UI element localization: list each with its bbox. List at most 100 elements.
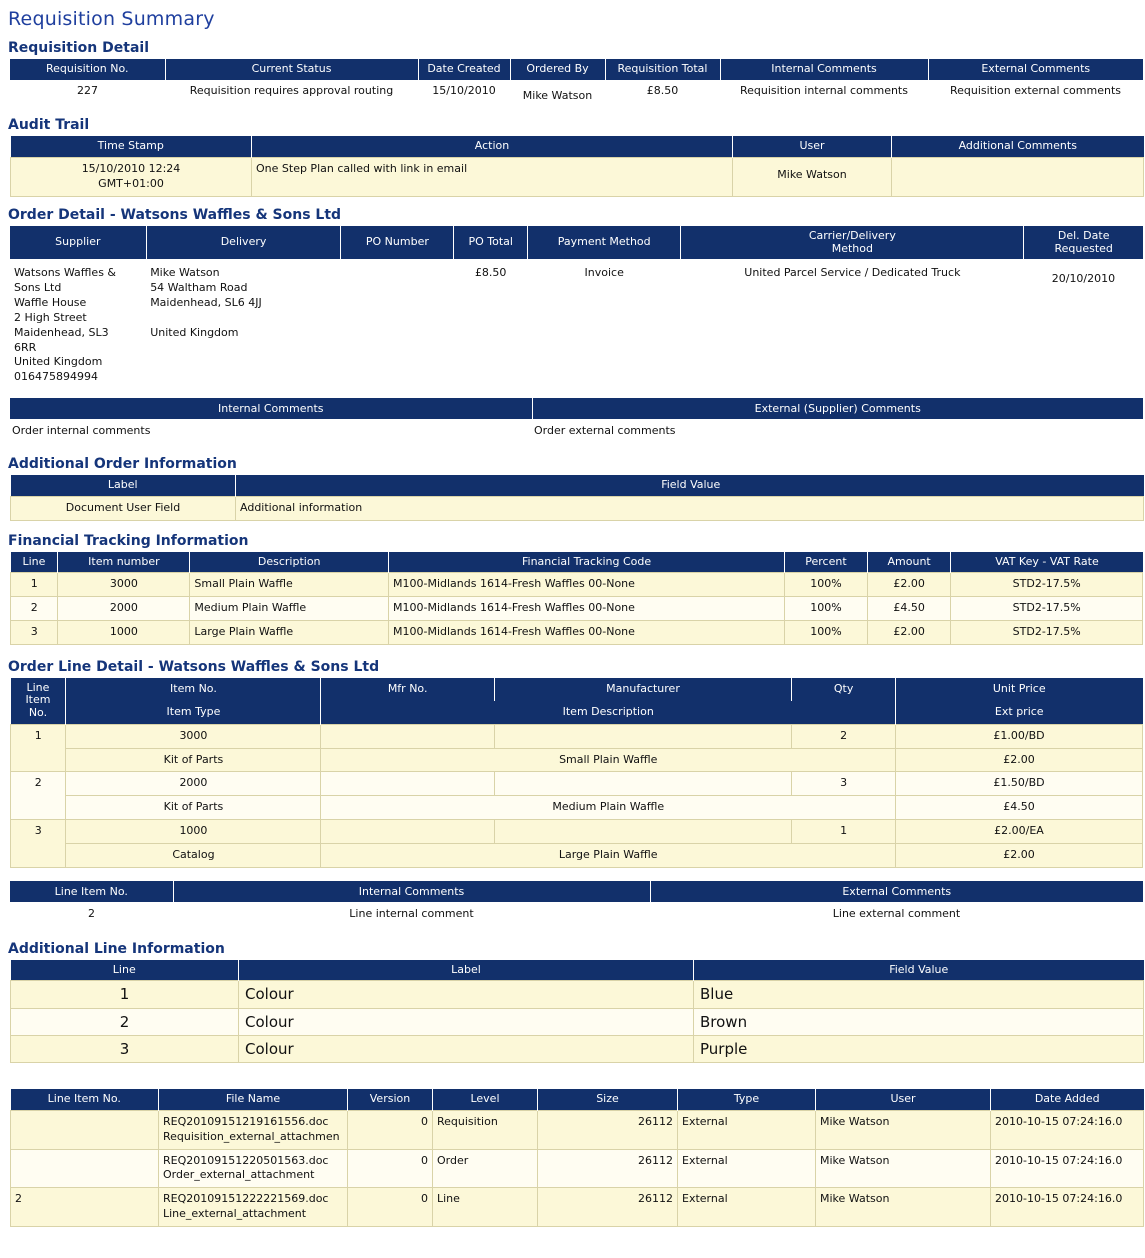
cell-line: 1 <box>9 572 59 598</box>
cell-description: Large Plain Waffle <box>189 619 389 645</box>
cell-size: 26112 <box>537 1109 678 1150</box>
column-header-version: Version <box>347 1089 433 1111</box>
section-title-audit-trail: Audit Trail <box>8 117 90 134</box>
cell-unit-price: £1.50/BD <box>895 771 1143 797</box>
cell-file-name[interactable]: REQ20109151219161556.doc Requisition_ext… <box>158 1109 348 1150</box>
table-row: 227 Requisition requires approval routin… <box>10 80 1143 108</box>
cell-item-type: Kit of Parts <box>65 747 322 773</box>
cell-date-added: 2010-10-15 07:24:16.0 <box>990 1148 1144 1189</box>
cell-line-item-no <box>10 1109 159 1150</box>
cell-version: 0 <box>347 1148 433 1189</box>
cell-label: Colour <box>238 980 694 1009</box>
table-row: 1 Colour Blue <box>10 980 1144 1009</box>
cell-item-type: Kit of Parts <box>65 795 322 821</box>
column-header-po-total: PO Total <box>453 226 529 260</box>
table-header-row: Line Item No. Item No. Mfr No. Manufactu… <box>10 677 1143 725</box>
cell-amount: £2.00 <box>866 572 952 598</box>
column-header-time-stamp: Time Stamp <box>10 136 252 158</box>
cell-type: External <box>677 1109 816 1150</box>
table-row: 2 2000 Medium Plain Waffle M100-Midlands… <box>9 596 1143 621</box>
cell-line-item-no: 2 <box>10 1187 159 1227</box>
column-header-financial-tracking-code: Financial Tracking Code <box>388 551 786 573</box>
table-row: 3 1000 1 £2.00/EA <box>9 819 1143 868</box>
column-header-percent: Percent <box>784 551 868 573</box>
column-header-field-value: Field Value <box>235 475 1144 497</box>
cell-item-type: Catalog <box>65 842 322 868</box>
cell-supplier: Watsons Waffles & Sons Ltd Waffle House … <box>14 266 117 384</box>
cell-item-description: Small Plain Waffle <box>320 747 896 773</box>
cell-percent: 100% <box>784 596 868 621</box>
column-header-additional-comments: Additional Comments <box>891 136 1144 158</box>
cell-percent: 100% <box>784 572 868 598</box>
cell-item-no: 3000 <box>65 723 322 749</box>
column-header-po-number: PO Number <box>340 226 455 260</box>
section-title-additional-order-information: Additional Order Information <box>8 456 237 473</box>
cell-label: Document User Field <box>10 495 236 521</box>
cell-line-item-no: 2 <box>88 906 95 920</box>
table-row: 15/10/2010 12:24 GMT+01:00 One Step Plan… <box>10 157 1144 198</box>
requisition-summary-page: Requisition Summary Requisition Detail R… <box>0 0 1145 1247</box>
cell-user: Mike Watson <box>815 1148 991 1189</box>
column-header-current-status: Current Status <box>165 59 419 80</box>
cell-po-number <box>341 259 454 389</box>
cell-mfr-no <box>320 819 495 844</box>
table-row-secondary: Catalog Large Plain Waffle £2.00 <box>11 842 1143 868</box>
cell-ext-price: £2.00 <box>895 842 1143 868</box>
cell-manufacturer <box>493 723 793 749</box>
cell-qty: 3 <box>791 771 896 797</box>
column-header-carrier-delivery-method: Carrier/Delivery Method <box>680 226 1025 260</box>
column-header-mfr-no: Mfr No. <box>320 677 495 701</box>
cell-level: Order <box>432 1148 538 1189</box>
cell-del-date-requested: 20/10/2010 <box>1051 272 1116 286</box>
cell-file-name[interactable]: REQ20109151220501563.doc Order_external_… <box>158 1148 348 1189</box>
column-header-vat-key-rate: VAT Key - VAT Rate <box>950 551 1143 573</box>
table-row: 1 3000 2 £1.00/BD <box>9 723 1143 773</box>
additional-order-information-table: Label Field Value Document User Field Ad… <box>10 475 1144 521</box>
cell-item-number: 2000 <box>57 596 191 621</box>
column-header-line: Line <box>10 551 59 573</box>
cell-field-value: Brown <box>693 1007 1144 1036</box>
order-comments-table: Internal Comments External (Supplier) Co… <box>10 398 1143 442</box>
table-header-row: Internal Comments External (Supplier) Co… <box>10 398 1143 420</box>
table-row-secondary: Kit of Parts Medium Plain Waffle £4.50 <box>11 795 1143 821</box>
cell-financial-tracking-code: M100-Midlands 1614-Fresh Waffles 00-None <box>387 619 786 645</box>
cell-user: Mike Watson <box>815 1109 991 1150</box>
cell-level: Requisition <box>432 1109 538 1150</box>
cell-field-value: Additional information <box>235 495 1144 521</box>
cell-line-item-no: 2 <box>9 771 67 821</box>
table-row: Document User Field Additional informati… <box>10 495 1144 521</box>
order-detail-table: Supplier Delivery PO Number PO Total Pay… <box>10 226 1143 389</box>
column-header-ordered-by: Ordered By <box>510 59 606 80</box>
column-header-ext-price: Ext price <box>895 700 1143 725</box>
table-row: Order internal comments Order external c… <box>10 419 1143 442</box>
cell-line-external-comments: Line external comment <box>832 906 961 920</box>
cell-item-description: Large Plain Waffle <box>320 842 896 868</box>
cell-type: External <box>677 1148 816 1189</box>
column-header-supplier: Supplier <box>10 226 147 260</box>
cell-ext-price: £2.00 <box>895 747 1143 773</box>
cell-date-added: 2010-10-15 07:24:16.0 <box>990 1187 1144 1227</box>
column-header-line-item-no: Line Item No. <box>10 1089 159 1111</box>
cell-item-number: 3000 <box>57 572 191 598</box>
cell-item-no: 1000 <box>65 819 322 844</box>
section-title-order-detail: Order Detail - Watsons Waffles & Sons Lt… <box>8 207 342 224</box>
cell-size: 26112 <box>537 1148 678 1189</box>
cell-item-description: Medium Plain Waffle <box>320 795 896 821</box>
cell-manufacturer <box>493 819 793 844</box>
table-header-row: Supplier Delivery PO Number PO Total Pay… <box>10 226 1143 260</box>
cell-file-name[interactable]: REQ20109151222221569.doc Line_external_a… <box>158 1187 348 1227</box>
cell-description: Medium Plain Waffle <box>189 596 389 621</box>
table-header-row: Label Field Value <box>10 475 1144 497</box>
column-header-item-description: Item Description <box>320 700 896 725</box>
cell-vat: STD2-17.5% <box>950 572 1143 598</box>
column-header-qty: Qty <box>791 677 896 701</box>
cell-ext-price: £4.50 <box>895 795 1143 821</box>
section-title-requisition-detail: Requisition Detail <box>8 40 149 56</box>
cell-mfr-no <box>320 723 495 749</box>
column-header-delivery: Delivery <box>146 226 342 260</box>
table-header-row: Line Item No. File Name Version Level Si… <box>10 1089 1144 1111</box>
cell-unit-price: £1.00/BD <box>895 723 1143 749</box>
column-header-line-external-comments: External Comments <box>650 880 1143 902</box>
cell-user: Mike Watson <box>815 1187 991 1227</box>
column-header-order-internal-comments: Internal Comments <box>10 398 533 420</box>
